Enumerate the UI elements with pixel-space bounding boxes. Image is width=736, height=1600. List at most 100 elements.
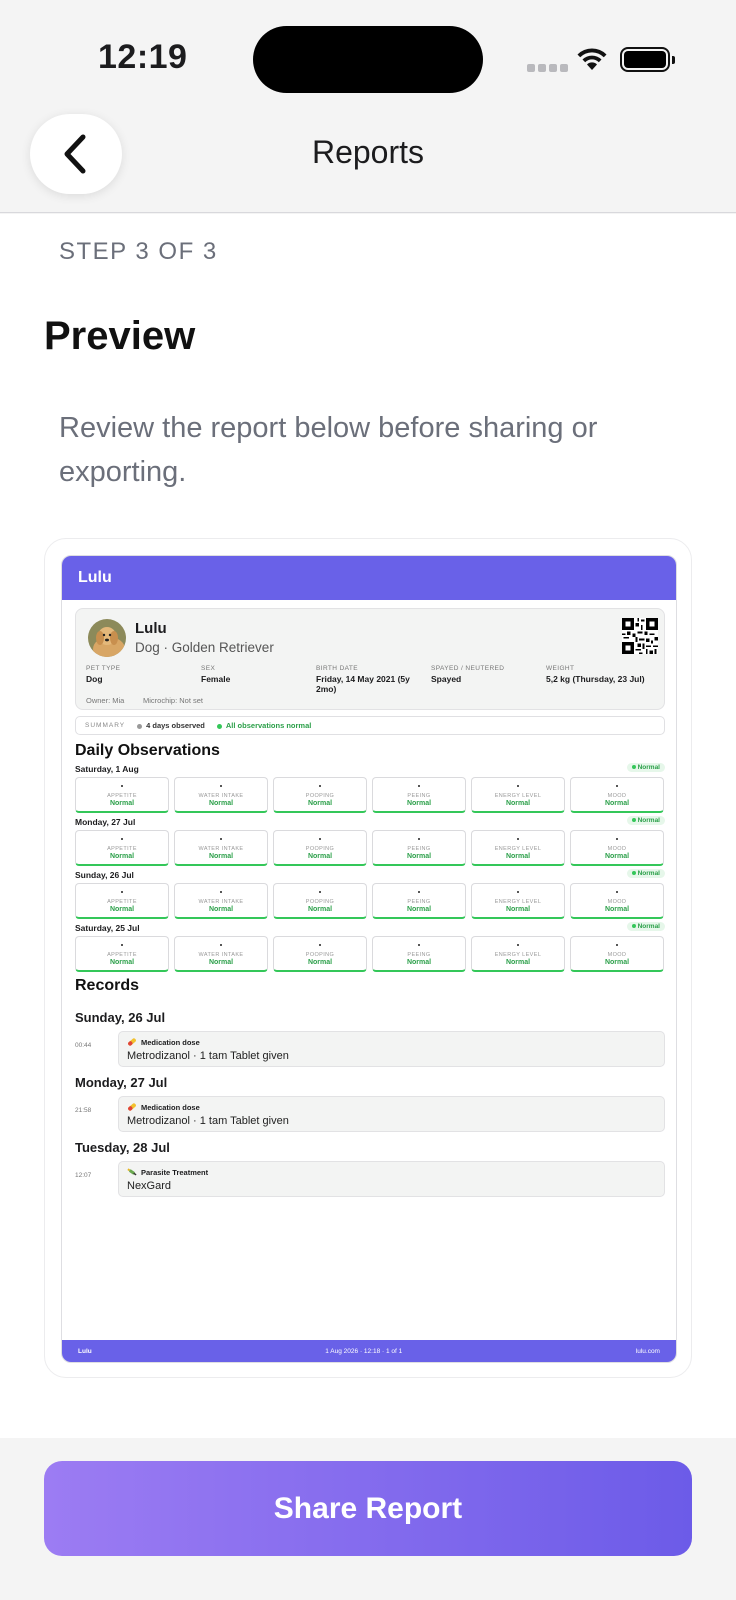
- record-type: Parasite Treatment: [127, 1167, 656, 1177]
- observation-tile: ENERGY LEVEL Normal: [471, 777, 565, 813]
- share-report-button[interactable]: Share Report: [44, 1461, 692, 1556]
- pet-avatar: [88, 619, 126, 657]
- main-content: STEP 3 OF 3 Preview Review the report be…: [0, 214, 736, 1438]
- observation-tile: PEEING Normal: [372, 777, 466, 813]
- tile-value: Normal: [208, 959, 234, 966]
- record-row: 21:58 Medication dose Metrodizanol · 1 tam…: [75, 1096, 665, 1132]
- record-card: Medication dose Metrodizanol · 1 tam Tabl…: [118, 1096, 665, 1132]
- tile-label: POOPING: [305, 793, 335, 799]
- tile-indicator: [517, 944, 519, 946]
- observation-tiles: APPETITE Normal WATER INTAKE Normal POOPING N…: [75, 883, 665, 919]
- report-preview-frame[interactable]: Lulu Lulu Dog · Golden Retriever PET TYP…: [44, 538, 692, 1378]
- record-description: Metrodizanol · 1 tam Tablet given: [127, 1115, 289, 1127]
- pet-microchip: Microchip: Not set: [143, 696, 204, 705]
- observation-tile: POOPING Normal: [273, 883, 367, 919]
- tile-label: PEEING: [407, 793, 431, 799]
- pet-field-label: PET TYPE: [86, 665, 121, 672]
- tile-indicator: [319, 785, 321, 787]
- summary-bar: SUMMARY 4 days observed All observations…: [75, 716, 665, 735]
- observation-date: Saturday, 25 Jul: [75, 923, 140, 933]
- tile-indicator: [220, 944, 222, 946]
- tile-value: Normal: [406, 800, 432, 807]
- pet-info-card: Lulu Dog · Golden Retriever PET TYPE Dog: [75, 608, 665, 710]
- pet-field-value: Female: [201, 674, 231, 684]
- observation-tile: WATER INTAKE Normal: [174, 936, 268, 972]
- tile-value: Normal: [406, 959, 432, 966]
- preview-heading: Preview: [44, 314, 196, 358]
- pet-field-value: Dog: [86, 674, 103, 684]
- tile-value: Normal: [505, 853, 531, 860]
- tile-value: Normal: [208, 906, 234, 913]
- observation-tile: PEEING Normal: [372, 883, 466, 919]
- footer-site: lulu.com: [635, 1347, 660, 1355]
- pet-breed: Dog · Golden Retriever: [135, 640, 274, 655]
- report-document: Lulu Lulu Dog · Golden Retriever PET TYP…: [61, 555, 677, 1363]
- tile-indicator: [220, 785, 222, 787]
- record-group: Sunday, 26 Jul 00:44 Medication dose Metrod…: [75, 1010, 665, 1067]
- pill-icon: [128, 1038, 136, 1046]
- tile-label: APPETITE: [107, 899, 137, 905]
- tile-value: Normal: [109, 800, 135, 807]
- pet-field: SEX Female: [201, 665, 316, 694]
- app-screen: 12:19 Reports STEP 3 OF 3 Preview Review…: [0, 0, 736, 1600]
- tile-value: Normal: [505, 800, 531, 807]
- tile-label: MOOD: [607, 846, 627, 852]
- tile-indicator: [319, 891, 321, 893]
- observation-tiles: APPETITE Normal WATER INTAKE Normal POOPING N…: [75, 936, 665, 972]
- tile-value: Normal: [307, 959, 333, 966]
- observation-tile: APPETITE Normal: [75, 830, 169, 866]
- tile-indicator: [418, 785, 420, 787]
- record-row: 00:44 Medication dose Metrodizanol · 1 tam…: [75, 1031, 665, 1067]
- record-card: Parasite Treatment NexGard: [118, 1161, 665, 1197]
- tile-value: Normal: [604, 800, 630, 807]
- record-group: Tuesday, 28 Jul 12:07 Parasite Treatment Ne…: [75, 1140, 665, 1197]
- tile-label: APPETITE: [107, 793, 137, 799]
- status-badge: Normal: [626, 922, 665, 931]
- tile-label: PEEING: [407, 899, 431, 905]
- tile-indicator: [418, 891, 420, 893]
- record-description: NexGard: [127, 1180, 172, 1192]
- observation-tiles: APPETITE Normal WATER INTAKE Normal POOPING N…: [75, 830, 665, 866]
- tile-value: Normal: [406, 853, 432, 860]
- record-type: Medication dose: [127, 1037, 656, 1047]
- tile-value: Normal: [307, 906, 333, 913]
- pet-field: WEIGHT 5,2 kg (Thursday, 23 Jul): [546, 665, 661, 694]
- pet-field-label: SPAYED / NEUTERED: [431, 665, 505, 672]
- observation-tile: ENERGY LEVEL Normal: [471, 936, 565, 972]
- bottom-bar: Share Report: [0, 1438, 736, 1600]
- tile-value: Normal: [604, 853, 630, 860]
- qr-code: [622, 618, 658, 654]
- tile-value: Normal: [109, 906, 135, 913]
- status-badge: Normal: [626, 763, 665, 772]
- tile-value: Normal: [406, 906, 432, 913]
- summary-days: 4 days observed: [137, 721, 205, 730]
- tile-label: POOPING: [305, 846, 335, 852]
- record-card: Medication dose Metrodizanol · 1 tam Tabl…: [118, 1031, 665, 1067]
- observation-day: Saturday, 1 Aug Normal APPETITE Normal WATER…: [75, 763, 665, 817]
- tile-label: MOOD: [607, 952, 627, 958]
- preview-description: Review the report below before sharing o…: [59, 412, 598, 488]
- pet-name: Lulu: [135, 620, 167, 637]
- record-type-label: Medication dose: [141, 1037, 200, 1047]
- summary-status: All observations normal: [217, 721, 311, 730]
- observation-tile: APPETITE Normal: [75, 883, 169, 919]
- tile-indicator: [616, 838, 618, 840]
- observation-date: Sunday, 26 Jul: [75, 870, 134, 880]
- observation-tile: MOOD Normal: [570, 777, 664, 813]
- observations-title: Daily Observations: [75, 742, 220, 759]
- pet-field: SPAYED / NEUTERED Spayed: [431, 665, 546, 694]
- observation-tile: WATER INTAKE Normal: [174, 830, 268, 866]
- pet-field-value: Friday, 14 May 2021 (5y 2mo): [316, 674, 410, 694]
- status-badge: Normal: [626, 869, 665, 878]
- tile-indicator: [121, 838, 123, 840]
- record-time: 00:44: [75, 1042, 92, 1049]
- pet-field-value: 5,2 kg (Thursday, 23 Jul): [546, 674, 645, 684]
- tile-label: APPETITE: [107, 952, 137, 958]
- tile-indicator: [517, 785, 519, 787]
- syringe-icon: [127, 1168, 137, 1176]
- battery-icon: [620, 47, 675, 72]
- tile-value: Normal: [208, 800, 234, 807]
- observation-tile: ENERGY LEVEL Normal: [471, 830, 565, 866]
- page-title: Reports: [311, 134, 425, 170]
- tile-label: PEEING: [407, 952, 431, 958]
